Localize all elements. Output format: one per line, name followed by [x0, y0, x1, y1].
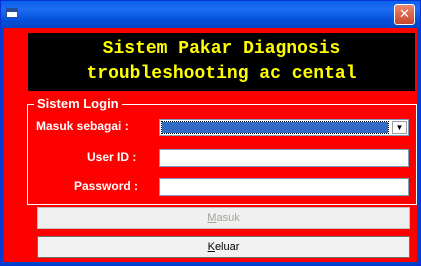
- masuk-button[interactable]: Masuk: [37, 207, 410, 229]
- role-select[interactable]: ▼: [159, 119, 409, 136]
- password-label: Password :: [74, 179, 139, 193]
- header-panel: Sistem Pakar Diagnosis troubleshooting a…: [28, 33, 415, 91]
- app-title: Sistem Pakar Diagnosis troubleshooting a…: [86, 39, 357, 84]
- groupbox-label: Sistem Login: [34, 96, 122, 111]
- userid-input[interactable]: [159, 149, 409, 167]
- window-border-bottom: [1, 262, 420, 265]
- userid-label: User ID :: [87, 150, 137, 164]
- role-select-value: [161, 121, 389, 134]
- keluar-mnemonic: K: [207, 241, 215, 253]
- chevron-down-icon[interactable]: ▼: [392, 121, 407, 134]
- window-icon[interactable]: [6, 8, 18, 18]
- masuk-label: asuk: [216, 212, 240, 224]
- window-border-left: [1, 28, 4, 265]
- keluar-button[interactable]: Keluar: [37, 236, 410, 258]
- role-label: Masuk sebagai :: [36, 119, 129, 133]
- keluar-label: eluar: [214, 241, 240, 253]
- close-icon: ✕: [399, 7, 410, 22]
- login-window: ✕ Sistem Pakar Diagnosis troubleshooting…: [0, 0, 421, 266]
- password-input[interactable]: [159, 178, 409, 196]
- title-bar[interactable]: ✕: [1, 1, 420, 28]
- close-button[interactable]: ✕: [394, 4, 415, 25]
- window-border-right: [417, 28, 420, 265]
